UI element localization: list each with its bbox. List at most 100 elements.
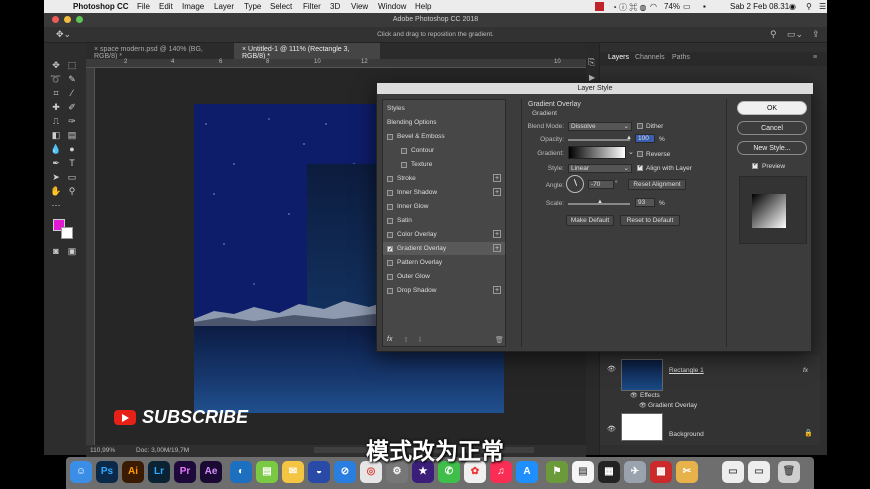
menu-help[interactable]: Help [415,2,431,11]
record-icon[interactable] [595,2,604,11]
layer-fx-badge[interactable]: fx [803,367,808,374]
dither-checkbox[interactable] [637,123,643,129]
gradient-picker[interactable] [568,146,626,159]
add-instance-icon[interactable]: + [493,286,501,294]
ruler-left[interactable] [86,68,95,445]
flag-icon[interactable]: ▪ [703,2,706,11]
crop-icon[interactable]: ⌗ [50,88,62,99]
quick-mask-icon[interactable]: ◙ [50,246,62,257]
layer-effects-row[interactable]: 👁 Effects [600,392,820,402]
make-default-button[interactable]: Make Default [566,215,614,226]
style-checkbox[interactable] [387,203,393,210]
blur-icon[interactable]: 💧 [50,144,62,155]
style-item-outer-glow[interactable]: Outer Glow [383,270,505,283]
style-item-texture[interactable]: Texture [383,158,505,171]
brush-icon[interactable]: ✐ [66,102,78,113]
menu-3d[interactable]: 3D [330,2,340,11]
layer-gradient-overlay-row[interactable]: 👁 Gradient Overlay [600,402,820,412]
opacity-input[interactable]: 100 [635,134,655,143]
status-icons[interactable]: ◔ ⓘ ⌘ ◍ [612,2,646,13]
style-item-pattern-overlay[interactable]: Pattern Overlay [383,256,505,269]
more-tools-icon[interactable]: ⋯ [50,200,62,211]
style-item-inner-shadow[interactable]: Inner Shadow + [383,186,505,199]
rectangle-icon[interactable]: ▭ [66,172,78,183]
eye-icon[interactable]: 👁 [630,392,638,399]
notification-icon[interactable]: ☰ [819,2,826,11]
add-instance-icon[interactable]: + [493,188,501,196]
gradient-icon[interactable]: ▤ [66,130,78,141]
path-select-icon[interactable]: ➤ [50,172,62,183]
quick-select-icon[interactable]: ✎ [66,74,78,85]
move-up-icon[interactable]: ⇧ [403,336,409,344]
style-item-satin[interactable]: Satin [383,214,505,227]
eraser-icon[interactable]: ◧ [50,130,62,141]
menu-type[interactable]: Type [244,2,261,11]
style-checkbox[interactable] [387,231,393,238]
chevron-down-icon[interactable]: ⌄ [628,148,634,156]
style-item-contour[interactable]: Contour [383,144,505,157]
tab-paths[interactable]: Paths [672,54,690,61]
zoom-icon[interactable]: ⚲ [66,186,78,197]
style-checkbox[interactable] [387,133,393,140]
tab-layers[interactable]: Layers [608,54,629,61]
add-instance-icon[interactable]: + [493,230,501,238]
reset-to-default-button[interactable]: Reset to Default [620,215,680,226]
add-instance-icon[interactable]: + [493,244,501,252]
styles-header[interactable]: Styles [383,102,505,115]
tab-space-modern[interactable]: × space modern.psd @ 140% (BG, RGB/8) * [86,43,234,60]
style-checkbox[interactable] [387,217,393,224]
add-instance-icon[interactable]: + [493,174,501,182]
healing-icon[interactable]: ✚ [50,102,62,113]
history-icon[interactable]: ⎘ [588,57,595,68]
eyedropper-icon[interactable]: ⁄ [66,88,78,99]
app-menu[interactable]: Photoshop CC [73,2,129,11]
style-checkbox[interactable] [387,287,393,294]
reverse-checkbox[interactable] [637,151,643,157]
style-checkbox[interactable] [401,147,407,154]
search-icon[interactable]: ⚲ [770,29,777,40]
blending-options-item[interactable]: Blending Options [383,116,505,129]
lasso-icon[interactable]: ➰ [50,74,62,85]
new-style-button[interactable]: New Style... [737,141,807,155]
share-icon[interactable]: ⇪ [812,29,820,40]
move-icon[interactable]: ✥ [50,60,62,71]
artboard-icon[interactable]: ⬚ [66,60,78,71]
style-checkbox[interactable] [387,273,393,280]
style-checkbox[interactable] [401,161,407,168]
tab-channels[interactable]: Channels [635,54,665,61]
play-icon[interactable]: ▶ [589,73,595,82]
type-icon[interactable]: T [66,158,78,169]
style-checkbox[interactable] [387,259,393,266]
history-brush-icon[interactable]: ✑ [66,116,78,127]
eye-icon[interactable]: 👁 [639,402,647,409]
style-checkbox[interactable] [387,244,393,257]
wifi-icon[interactable]: ◠ [650,2,657,11]
ok-button[interactable]: OK [737,101,807,115]
opacity-slider-thumb[interactable]: ▲ [626,135,632,141]
workspace-icon[interactable]: ▭⌄ [787,29,803,40]
screen-mode-icon[interactable]: ▣ [66,246,78,257]
style-checkbox[interactable] [387,189,393,196]
pen-icon[interactable]: ✒ [50,158,62,169]
menu-layer[interactable]: Layer [214,2,234,11]
eye-icon[interactable]: 👁 [607,365,616,373]
menu-filter[interactable]: Filter [303,2,321,11]
scale-slider-thumb[interactable]: ▲ [597,199,603,205]
style-item-bevel-emboss[interactable]: Bevel & Emboss [383,130,505,143]
align-with-layer-checkbox[interactable] [637,163,643,171]
preview-checkbox[interactable] [752,161,758,169]
reset-alignment-button[interactable]: Reset Alignment [628,179,686,190]
menu-edit[interactable]: Edit [159,2,173,11]
style-item-stroke[interactable]: Stroke + [383,172,505,185]
tab-close-icon[interactable]: × [242,46,246,53]
tab-close-icon[interactable]: × [94,46,98,53]
style-select[interactable]: Linear ⌄ [568,164,632,173]
style-item-gradient-overlay[interactable]: Gradient Overlay + [383,242,505,257]
style-checkbox[interactable] [387,175,393,182]
layer-row-rectangle-1[interactable]: 👁 Rectangle 1 fx [600,359,820,393]
stamp-icon[interactable]: ⎍ [50,116,62,127]
angle-dial[interactable] [566,175,584,193]
menu-file[interactable]: File [137,2,150,11]
clock[interactable]: Sab 2 Feb 08.31 [730,2,789,11]
panel-menu-icon[interactable]: ≡ [813,54,817,61]
